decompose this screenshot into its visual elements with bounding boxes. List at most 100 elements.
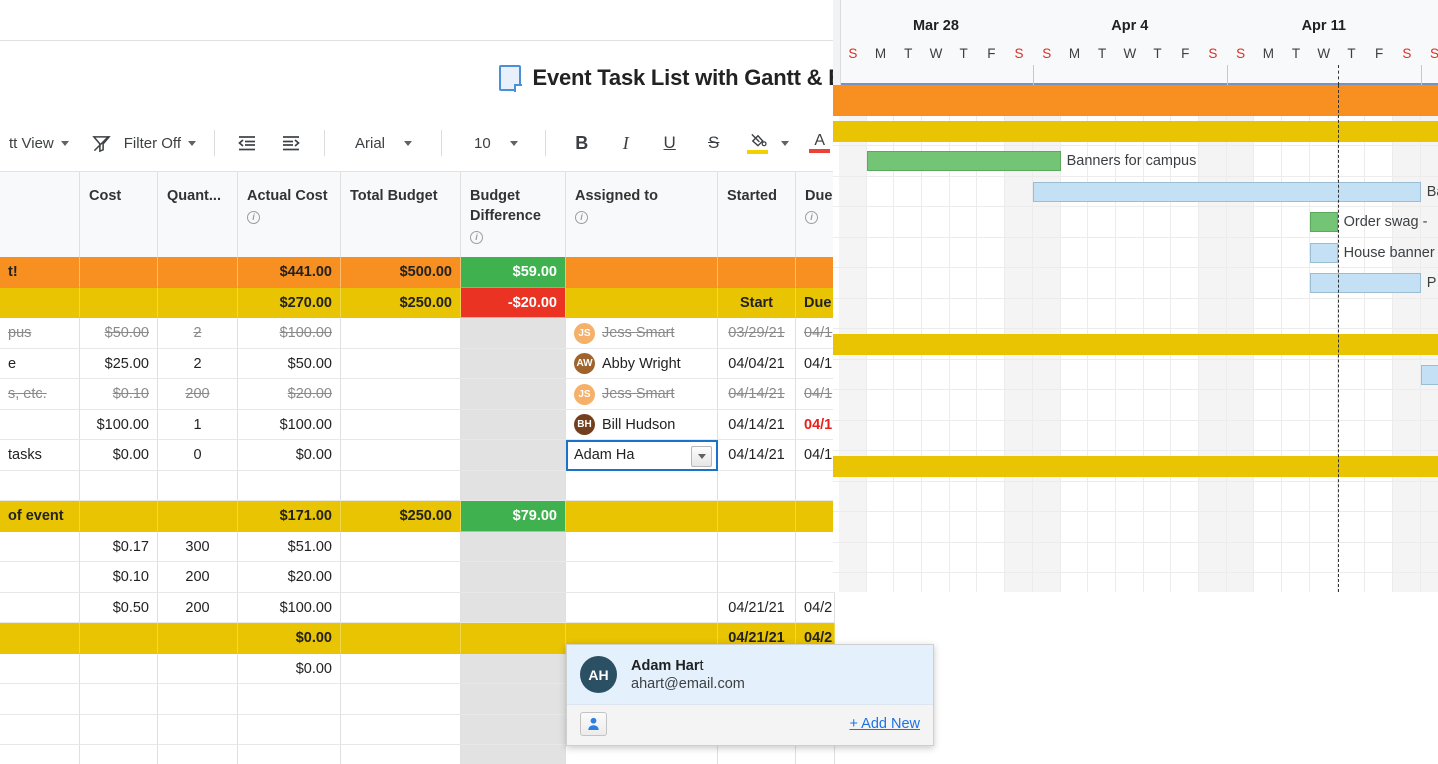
cell-actual[interactable]: $441.00 bbox=[238, 257, 341, 288]
cell-total[interactable] bbox=[341, 410, 461, 441]
gantt-row[interactable] bbox=[833, 573, 1438, 592]
table-row[interactable]: $0.10200$20.00 bbox=[0, 562, 835, 593]
cell-start[interactable]: 04/04/21 bbox=[718, 349, 796, 380]
column-header-start[interactable]: Started bbox=[718, 172, 796, 257]
strikethrough-button[interactable]: S bbox=[699, 128, 729, 158]
cell-diff[interactable]: $59.00 bbox=[461, 257, 566, 288]
gantt-collapse-handle[interactable] bbox=[833, 0, 841, 85]
cell-due[interactable] bbox=[796, 257, 835, 288]
table-row[interactable]: s, etc.$0.10200$20.00JSJess Smart04/14/2… bbox=[0, 379, 835, 410]
table-row[interactable]: $0.17300$51.00 bbox=[0, 532, 835, 563]
cell-start[interactable]: Start bbox=[718, 288, 796, 319]
cell-assign[interactable] bbox=[566, 471, 718, 502]
gantt-summary-bar[interactable] bbox=[833, 121, 1438, 142]
cell-diff[interactable] bbox=[461, 593, 566, 624]
gantt-view-button[interactable]: tt View bbox=[0, 126, 78, 160]
info-icon[interactable]: i bbox=[470, 231, 483, 244]
cell-cost[interactable] bbox=[80, 654, 158, 685]
add-new-link[interactable]: + Add New bbox=[849, 716, 920, 732]
cell-diff[interactable]: -$20.00 bbox=[461, 288, 566, 319]
cell-qty[interactable]: 200 bbox=[158, 379, 238, 410]
cell-diff[interactable] bbox=[461, 562, 566, 593]
cell-qty[interactable]: 1 bbox=[158, 410, 238, 441]
cell-diff[interactable] bbox=[461, 532, 566, 563]
cell-diff[interactable] bbox=[461, 410, 566, 441]
cell-cost[interactable]: $25.00 bbox=[80, 349, 158, 380]
gantt-row[interactable] bbox=[833, 543, 1438, 574]
bold-button[interactable]: B bbox=[567, 128, 597, 158]
cell-actual[interactable]: $50.00 bbox=[238, 349, 341, 380]
cell-cost[interactable]: $0.10 bbox=[80, 379, 158, 410]
cell-start[interactable]: 04/21/21 bbox=[718, 593, 796, 624]
gantt-chart[interactable]: Mar 28Apr 4Apr 11SMTWTFSSMTWTFSSMTWTFSSM… bbox=[833, 0, 1438, 592]
cell-cost[interactable]: $0.00 bbox=[80, 440, 158, 471]
cell-diff[interactable] bbox=[461, 715, 566, 746]
cell-start[interactable] bbox=[718, 562, 796, 593]
cell-qty[interactable] bbox=[158, 288, 238, 319]
font-size-select[interactable]: 10 bbox=[465, 126, 527, 160]
cell-task[interactable] bbox=[0, 623, 80, 654]
table-row[interactable]: $270.00$250.00-$20.00StartDue bbox=[0, 288, 835, 319]
table-row[interactable]: e$25.002$50.00AWAbby Wright04/04/2104/1 bbox=[0, 349, 835, 380]
cell-actual[interactable]: $100.00 bbox=[238, 318, 341, 349]
gantt-row[interactable] bbox=[833, 360, 1438, 391]
gantt-task-bar[interactable] bbox=[1310, 212, 1338, 232]
outdent-icon[interactable] bbox=[232, 128, 262, 158]
cell-total[interactable] bbox=[341, 654, 461, 685]
cell-diff[interactable] bbox=[461, 471, 566, 502]
cell-cost[interactable] bbox=[80, 288, 158, 319]
cell-due[interactable] bbox=[796, 562, 835, 593]
cell-task[interactable]: of event bbox=[0, 501, 80, 532]
cell-task[interactable] bbox=[0, 562, 80, 593]
cell-actual[interactable] bbox=[238, 715, 341, 746]
contact-person-icon[interactable] bbox=[580, 712, 607, 736]
cell-cost[interactable] bbox=[80, 257, 158, 288]
cell-actual[interactable] bbox=[238, 684, 341, 715]
column-header-total[interactable]: Total Budget bbox=[341, 172, 461, 257]
cell-cost[interactable] bbox=[80, 684, 158, 715]
cell-diff[interactable] bbox=[461, 684, 566, 715]
cell-actual[interactable]: $270.00 bbox=[238, 288, 341, 319]
cell-qty[interactable]: 2 bbox=[158, 349, 238, 380]
cell-assign[interactable] bbox=[566, 593, 718, 624]
cell-qty[interactable]: 200 bbox=[158, 593, 238, 624]
cell-assign[interactable] bbox=[566, 501, 718, 532]
cell-start[interactable] bbox=[718, 501, 796, 532]
cell-total[interactable] bbox=[341, 440, 461, 471]
column-header-assign[interactable]: Assigned toi bbox=[566, 172, 718, 257]
cell-due[interactable]: Due bbox=[796, 288, 835, 319]
text-color-icon[interactable]: A bbox=[805, 128, 835, 158]
cell-due[interactable]: 04/1 bbox=[796, 440, 835, 471]
cell-task[interactable] bbox=[0, 745, 80, 764]
column-header-diff[interactable]: Budget Differencei bbox=[461, 172, 566, 257]
cell-cost[interactable] bbox=[80, 501, 158, 532]
gantt-row[interactable] bbox=[833, 390, 1438, 421]
assignee-option[interactable]: AH Adam Hart ahart@email.com bbox=[567, 645, 933, 705]
cell-total[interactable] bbox=[341, 318, 461, 349]
cell-start[interactable] bbox=[718, 471, 796, 502]
gantt-row[interactable] bbox=[833, 482, 1438, 513]
cell-diff[interactable] bbox=[461, 318, 566, 349]
cell-assign[interactable]: BHBill Hudson bbox=[566, 410, 718, 441]
gantt-row[interactable] bbox=[833, 85, 1438, 116]
italic-button[interactable]: I bbox=[611, 128, 641, 158]
cell-start[interactable] bbox=[718, 532, 796, 563]
gantt-row[interactable] bbox=[833, 299, 1438, 330]
cell-cost[interactable]: $0.10 bbox=[80, 562, 158, 593]
cell-task[interactable] bbox=[0, 532, 80, 563]
cell-assign[interactable] bbox=[566, 745, 718, 764]
cell-total[interactable] bbox=[341, 562, 461, 593]
column-header-actual[interactable]: Actual Costi bbox=[238, 172, 341, 257]
table-row[interactable] bbox=[0, 745, 835, 764]
cell-assign[interactable]: AWAbby Wright bbox=[566, 349, 718, 380]
cell-total[interactable] bbox=[341, 623, 461, 654]
cell-actual[interactable] bbox=[238, 471, 341, 502]
cell-assign[interactable] bbox=[566, 288, 718, 319]
cell-qty[interactable] bbox=[158, 257, 238, 288]
cell-task[interactable] bbox=[0, 471, 80, 502]
cell-due[interactable]: 04/1 bbox=[796, 318, 835, 349]
chevron-down-icon[interactable] bbox=[691, 446, 712, 467]
cell-task[interactable]: pus bbox=[0, 318, 80, 349]
info-icon[interactable]: i bbox=[247, 211, 260, 224]
cell-actual[interactable]: $20.00 bbox=[238, 562, 341, 593]
